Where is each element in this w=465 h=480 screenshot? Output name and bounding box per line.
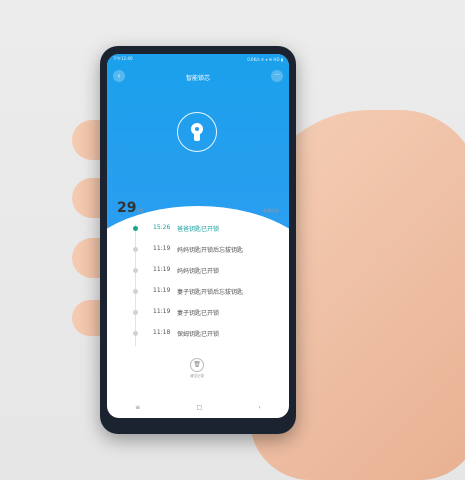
history-link[interactable]: 查看历史 xyxy=(263,208,279,214)
timeline-text: 妻子钥匙开锁后忘拔钥匙 xyxy=(177,289,244,296)
timeline-text: 妈妈钥匙开锁后忘拔钥匙 xyxy=(177,247,244,254)
timeline-time: 11:19 xyxy=(153,287,171,294)
timeline-item[interactable]: 15:26 爸爸钥匙已开锁 xyxy=(107,222,289,236)
timeline-time: 11:19 xyxy=(153,245,171,252)
timeline-item[interactable]: 11:18 保姆钥匙已开锁 xyxy=(107,327,289,341)
timeline-text: 妈妈钥匙已开锁 xyxy=(177,268,220,275)
timeline-dot xyxy=(133,331,138,336)
timeline-item[interactable]: 11:19 妈妈钥匙已开锁 xyxy=(107,264,289,278)
clear-records-button[interactable]: 🗑 清空记录 xyxy=(187,358,207,380)
timeline-time: 11:18 xyxy=(153,329,171,336)
timeline-time: 11:19 xyxy=(153,266,171,273)
date-row: 29 5月 查看历史 xyxy=(117,200,279,220)
timeline-time: 15:26 xyxy=(153,224,171,231)
phone-device: 下午12:40 0.6K/s ❊ ▾ ✉ HD ▮ ‹ 智能锁芯 ··· 29 … xyxy=(100,46,296,434)
back-nav-icon[interactable]: ‹ xyxy=(258,404,260,411)
status-time: 下午12:40 xyxy=(113,56,133,61)
timeline-item[interactable]: 11:19 妈妈钥匙开锁后忘拔钥匙 xyxy=(107,243,289,257)
more-dots-icon[interactable]: ··· xyxy=(271,70,283,82)
status-icons: 0.6K/s ❊ ▾ ✉ HD ▮ xyxy=(247,56,283,62)
clear-label: 清空记录 xyxy=(190,374,204,378)
timeline-dot xyxy=(133,289,138,294)
timeline-dot xyxy=(133,268,138,273)
timeline-time: 11:19 xyxy=(153,308,171,315)
timeline-text: 保姆钥匙已开锁 xyxy=(177,331,220,338)
keyhole-lock-icon xyxy=(191,123,203,141)
date-month: 5月 xyxy=(137,208,144,213)
timeline-text: 爸爸钥匙已开锁 xyxy=(177,226,220,233)
timeline-item[interactable]: 11:19 妻子钥匙开锁后忘拔钥匙 xyxy=(107,285,289,299)
home-nav-icon[interactable]: □ xyxy=(196,404,202,411)
back-arrow-icon[interactable]: ‹ xyxy=(113,70,125,82)
trash-icon: 🗑 xyxy=(190,358,204,372)
title-bar: ‹ 智能锁芯 ··· xyxy=(107,68,289,86)
lock-button[interactable] xyxy=(177,112,217,152)
date-day: 29 xyxy=(117,200,137,216)
system-navbar: ≡ □ ‹ xyxy=(107,400,289,414)
timeline-dot xyxy=(133,226,138,231)
timeline-text: 妻子钥匙已开锁 xyxy=(177,310,220,317)
timeline-item[interactable]: 11:19 妻子钥匙已开锁 xyxy=(107,306,289,320)
phone-screen: 下午12:40 0.6K/s ❊ ▾ ✉ HD ▮ ‹ 智能锁芯 ··· 29 … xyxy=(107,54,289,418)
page-title: 智能锁芯 xyxy=(185,74,210,82)
timeline-dot xyxy=(133,247,138,252)
status-bar: 下午12:40 0.6K/s ❊ ▾ ✉ HD ▮ xyxy=(107,54,289,64)
menu-nav-icon[interactable]: ≡ xyxy=(135,404,140,411)
timeline-dot xyxy=(133,310,138,315)
